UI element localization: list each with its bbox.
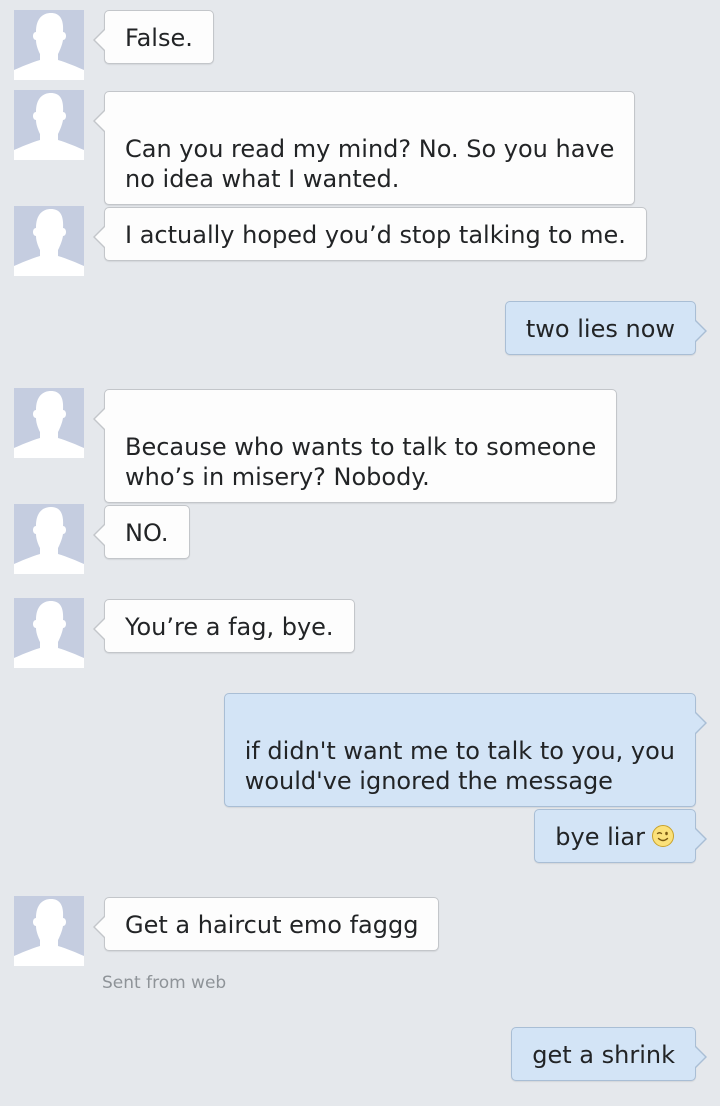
avatar-icon[interactable]	[14, 388, 84, 458]
default-profile-silhouette-icon	[14, 209, 84, 276]
default-profile-silhouette-icon	[14, 601, 84, 668]
default-profile-silhouette-icon	[14, 391, 84, 458]
avatar-icon[interactable]	[14, 598, 84, 668]
message-bubble-outgoing[interactable]: get a shrink	[511, 1027, 707, 1081]
avatar-icon[interactable]	[14, 206, 84, 276]
default-profile-silhouette-icon	[14, 13, 84, 80]
message-text: Can you read my mind? No. So you have no…	[125, 135, 615, 193]
message-bubble-incoming[interactable]: NO.	[93, 505, 190, 559]
default-profile-silhouette-icon	[14, 507, 84, 574]
default-profile-silhouette-icon	[14, 899, 84, 966]
message-text: bye liar	[555, 823, 645, 851]
message-bubble-outgoing[interactable]: bye liar	[534, 809, 707, 863]
message-source-label: Sent from web	[102, 973, 227, 993]
message-bubble-incoming[interactable]: Because who wants to talk to someone who…	[92, 389, 618, 503]
winking-face-emoji-icon	[652, 825, 674, 847]
avatar-icon[interactable]	[14, 10, 84, 80]
message-bubble-incoming[interactable]: You’re a fag, bye.	[93, 599, 355, 653]
message-bubble-incoming[interactable]: Can you read my mind? No. So you have no…	[92, 91, 636, 205]
message-text: two lies now	[525, 315, 675, 343]
message-bubble-incoming[interactable]: I actually hoped you’d stop talking to m…	[93, 207, 647, 261]
message-text: if didn't want me to talk to you, you wo…	[244, 737, 675, 795]
avatar-icon[interactable]	[14, 90, 84, 160]
message-bubble-incoming[interactable]: Get a haircut emo faggg	[92, 897, 440, 951]
message-text: You’re a fag, bye.	[125, 613, 334, 641]
message-bubble-incoming[interactable]: False.	[93, 10, 214, 64]
avatar-icon[interactable]	[14, 896, 84, 966]
avatar-icon[interactable]	[14, 504, 84, 574]
default-profile-silhouette-icon	[14, 93, 84, 160]
message-bubble-outgoing[interactable]: two lies now	[504, 301, 708, 355]
message-text: I actually hoped you’d stop talking to m…	[125, 221, 626, 249]
message-text: NO.	[125, 519, 169, 547]
message-text: Get a haircut emo faggg	[125, 911, 419, 939]
message-text: Because who wants to talk to someone who…	[125, 433, 597, 491]
message-text: get a shrink	[532, 1041, 675, 1069]
message-bubble-outgoing[interactable]: if didn't want me to talk to you, you wo…	[223, 693, 708, 807]
message-text: False.	[125, 24, 193, 52]
message-thread: False. Can you read my mind? No. So you …	[0, 0, 720, 1106]
